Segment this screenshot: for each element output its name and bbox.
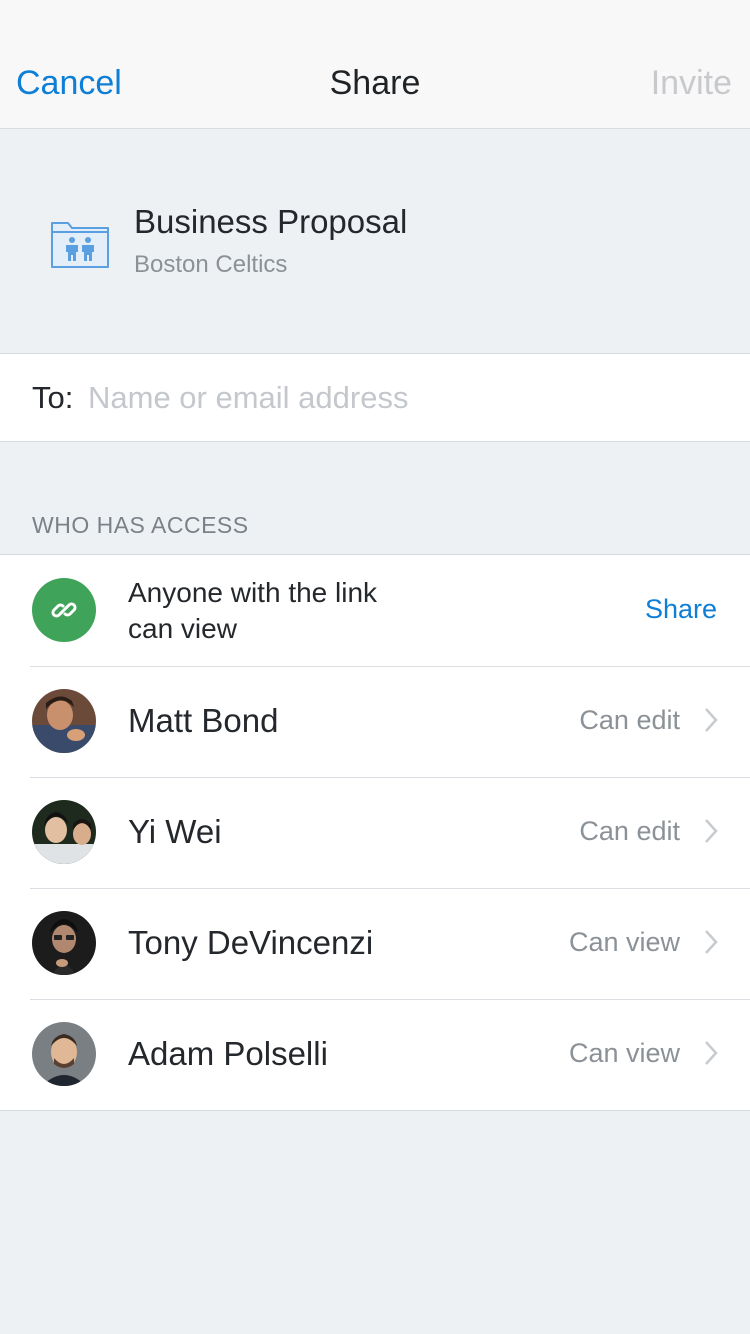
- folder-owner: Boston Celtics: [134, 251, 288, 278]
- link-icon: [51, 602, 77, 618]
- to-label: To:: [32, 380, 74, 415]
- chevron-right-icon: [705, 819, 718, 843]
- permission-label: Can edit: [579, 705, 680, 735]
- invite-button[interactable]: Invite: [651, 62, 732, 104]
- avatar: [32, 689, 96, 753]
- share-link-button[interactable]: Share: [645, 591, 717, 627]
- recipient-input[interactable]: [88, 374, 708, 422]
- folder-name: Business Proposal: [134, 203, 408, 240]
- list-item-member[interactable]: Yi Wei Can edit: [0, 777, 750, 888]
- folder-header: Business Proposal Boston Celtics: [0, 130, 750, 353]
- section-header-access: WHO HAS ACCESS: [32, 512, 249, 538]
- chevron-right-icon: [705, 1041, 718, 1065]
- chevron-right-icon: [705, 708, 718, 732]
- permission-label: Can edit: [579, 816, 680, 846]
- list-item-link-sharing[interactable]: Anyone with the link can view Share: [0, 555, 750, 666]
- member-name: Adam Polselli: [128, 1035, 328, 1072]
- avatar: [32, 800, 96, 864]
- share-screen: Cancel Share Invite Business Proposal Bo…: [0, 0, 750, 1334]
- link-avatar: [32, 578, 96, 642]
- avatar: [32, 1022, 96, 1086]
- access-list: Anyone with the link can view Share Matt…: [0, 554, 750, 1111]
- list-item-member[interactable]: Matt Bond Can edit: [0, 666, 750, 777]
- list-item-member[interactable]: Adam Polselli Can view: [0, 999, 750, 1110]
- avatar: [32, 911, 96, 975]
- member-name: Tony DeVincenzi: [128, 924, 374, 961]
- list-item-member[interactable]: Tony DeVincenzi Can view: [0, 888, 750, 999]
- shared-folder-icon: [51, 222, 109, 268]
- permission-label: Can view: [568, 1038, 680, 1068]
- member-name: Yi Wei: [128, 813, 222, 850]
- navigation-bar: Cancel Share Invite: [0, 0, 750, 129]
- chevron-right-icon: [705, 930, 718, 954]
- permission-label: Can view: [568, 927, 680, 957]
- page-title: Share: [329, 64, 421, 102]
- link-sharing-description: Anyone with the link can view: [128, 577, 378, 644]
- member-name: Matt Bond: [128, 702, 279, 739]
- recipient-row: To:: [0, 353, 750, 442]
